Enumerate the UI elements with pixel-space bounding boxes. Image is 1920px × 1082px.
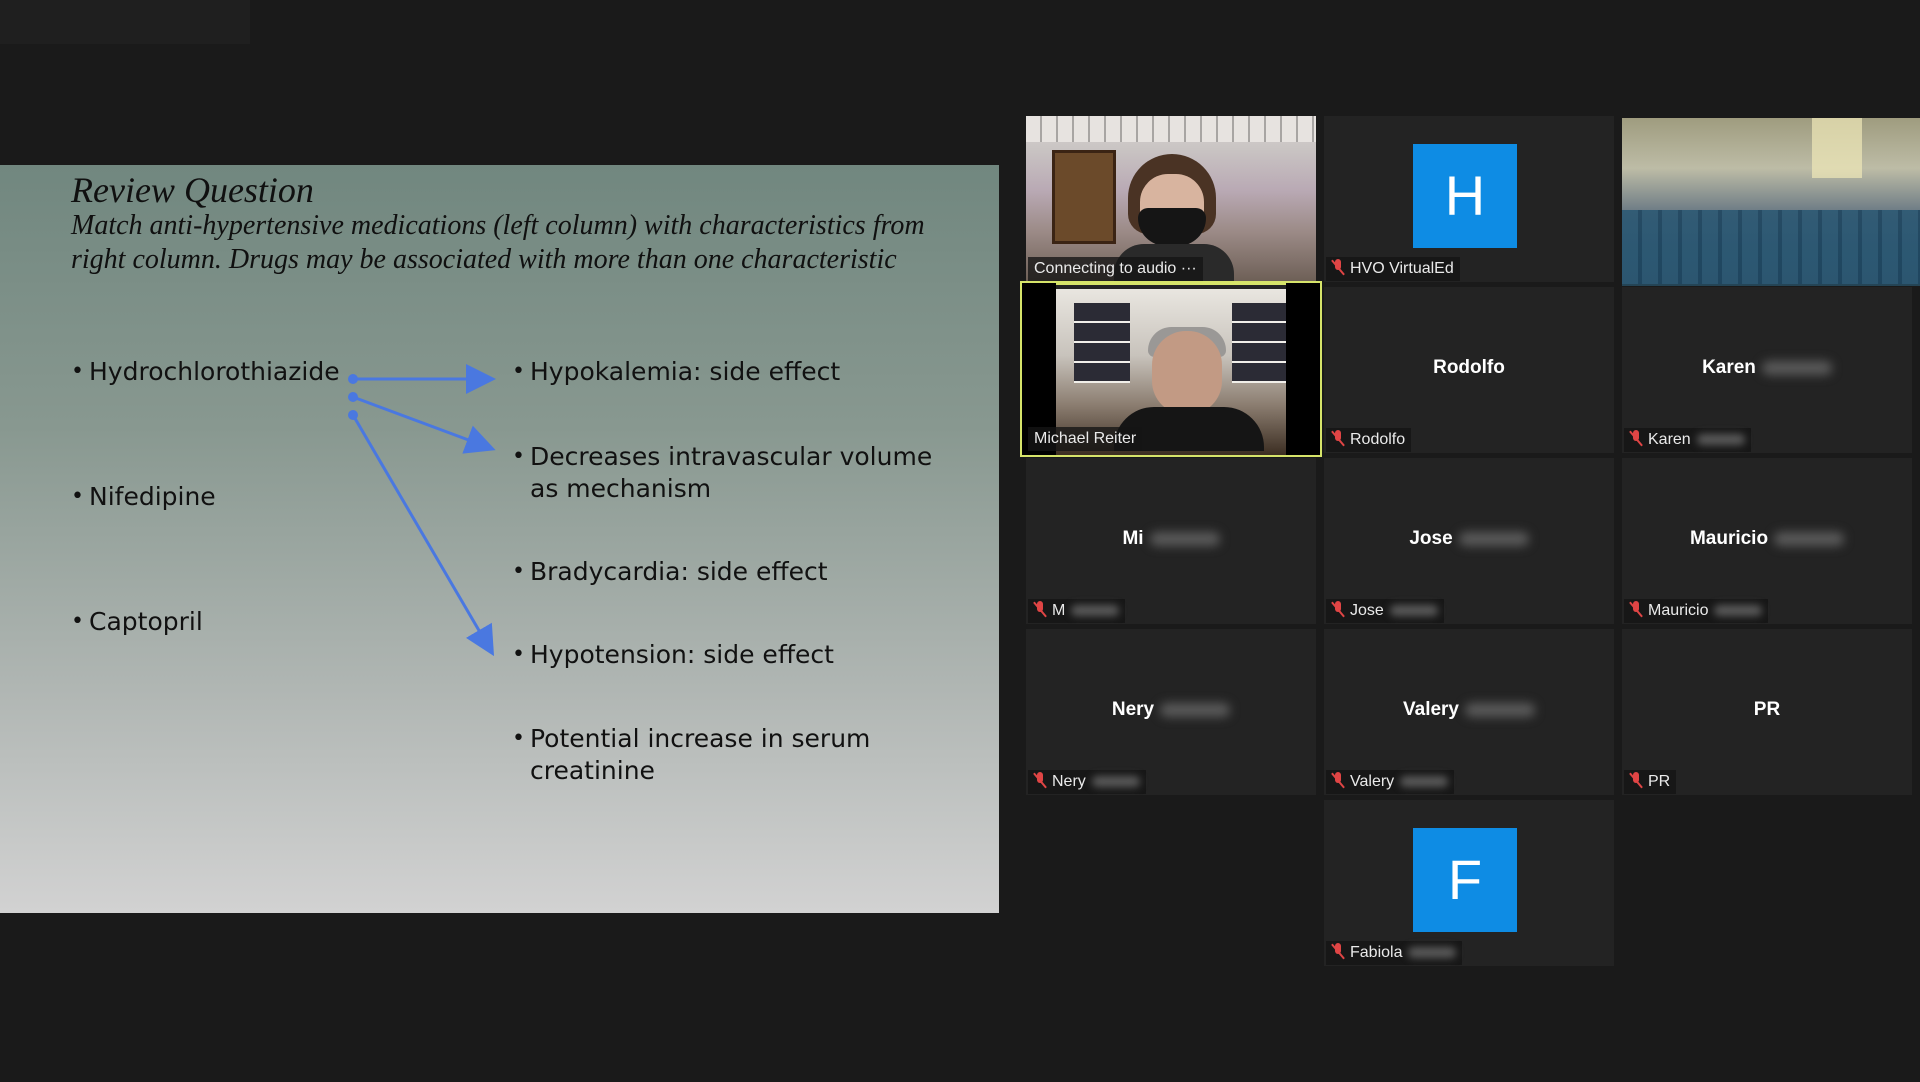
- arrow-to-hypotension: [351, 414, 495, 657]
- participant-name-label: Michael Reiter: [1028, 427, 1143, 451]
- participant-name-label: HVO VirtualEd: [1326, 257, 1460, 281]
- participant-name-label: Karen: [1624, 428, 1751, 452]
- muted-mic-icon: [1630, 772, 1642, 788]
- participant-display-name: Valery: [1324, 699, 1614, 721]
- top-strip: [0, 0, 250, 44]
- blurred-surname: [1160, 702, 1231, 717]
- participant-name-label: Valery: [1326, 770, 1455, 794]
- blurred-surname: [1149, 531, 1220, 546]
- blurred-surname: [1774, 531, 1845, 546]
- participant-tile-nery[interactable]: Nery Nery: [1026, 629, 1316, 795]
- arrow-to-decreases-volume: [352, 395, 496, 454]
- participant-tile-rodolfo[interactable]: Rodolfo Rodolfo: [1324, 287, 1614, 453]
- muted-mic-icon: [1630, 601, 1642, 617]
- participant-tile-karen[interactable]: Karen Karen: [1622, 287, 1912, 453]
- blurred-surname: [1465, 702, 1535, 717]
- avatar: F: [1413, 828, 1517, 932]
- participant-tile-mauricio[interactable]: Mauricio Mauricio: [1622, 458, 1912, 624]
- match-arrows: [348, 364, 496, 657]
- participant-name-label: Fabiola: [1326, 941, 1463, 965]
- muted-mic-icon: [1332, 601, 1344, 617]
- blurred-surname: [1458, 531, 1529, 546]
- participant-display-name: Mauricio: [1622, 528, 1912, 550]
- participant-tile-fabiola[interactable]: F Fabiola: [1324, 800, 1614, 966]
- blurred-surname: [1761, 360, 1832, 375]
- participant-name-label: Connecting to audio ···: [1028, 257, 1203, 281]
- participant-display-name: PR: [1753, 699, 1781, 720]
- muted-mic-icon: [1630, 430, 1642, 446]
- participant-tile-connecting[interactable]: Connecting to audio ···: [1026, 116, 1316, 282]
- participant-tile-michael-reiter[interactable]: Michael Reiter: [1020, 281, 1322, 457]
- muted-mic-icon: [1332, 943, 1344, 959]
- participant-video: [1622, 118, 1920, 286]
- participant-tile-hvo-virtualed[interactable]: H HVO VirtualEd: [1324, 116, 1614, 282]
- participant-tile-jose[interactable]: Jose Jose: [1324, 458, 1614, 624]
- participant-display-name: Mi: [1026, 528, 1316, 550]
- participant-name-label: PR: [1624, 770, 1677, 794]
- participant-name-label: Nery: [1028, 770, 1146, 794]
- muted-mic-icon: [1034, 772, 1046, 788]
- participant-name-label: M: [1028, 599, 1126, 623]
- muted-mic-icon: [1332, 259, 1344, 275]
- participant-display-name: Karen: [1622, 357, 1912, 379]
- participant-name-label: Mauricio: [1624, 599, 1769, 623]
- participant-name-label: Rodolfo: [1326, 428, 1412, 452]
- participant-tile-pr[interactable]: PR PR: [1622, 629, 1912, 795]
- participant-display-name: Rodolfo: [1433, 357, 1505, 378]
- shared-screen-slide: Review Question Match anti-hypertensive …: [0, 165, 999, 913]
- participant-display-name: Nery: [1026, 699, 1316, 721]
- avatar: H: [1413, 144, 1517, 248]
- muted-mic-icon: [1034, 601, 1046, 617]
- participant-display-name: Jose: [1324, 528, 1614, 550]
- participant-name-label: Jose: [1326, 599, 1444, 623]
- muted-mic-icon: [1332, 772, 1344, 788]
- participant-tile-mi[interactable]: Mi M: [1026, 458, 1316, 624]
- participant-tile-classroom[interactable]: [1622, 118, 1920, 286]
- participant-tile-valery[interactable]: Valery Valery: [1324, 629, 1614, 795]
- muted-mic-icon: [1332, 430, 1344, 446]
